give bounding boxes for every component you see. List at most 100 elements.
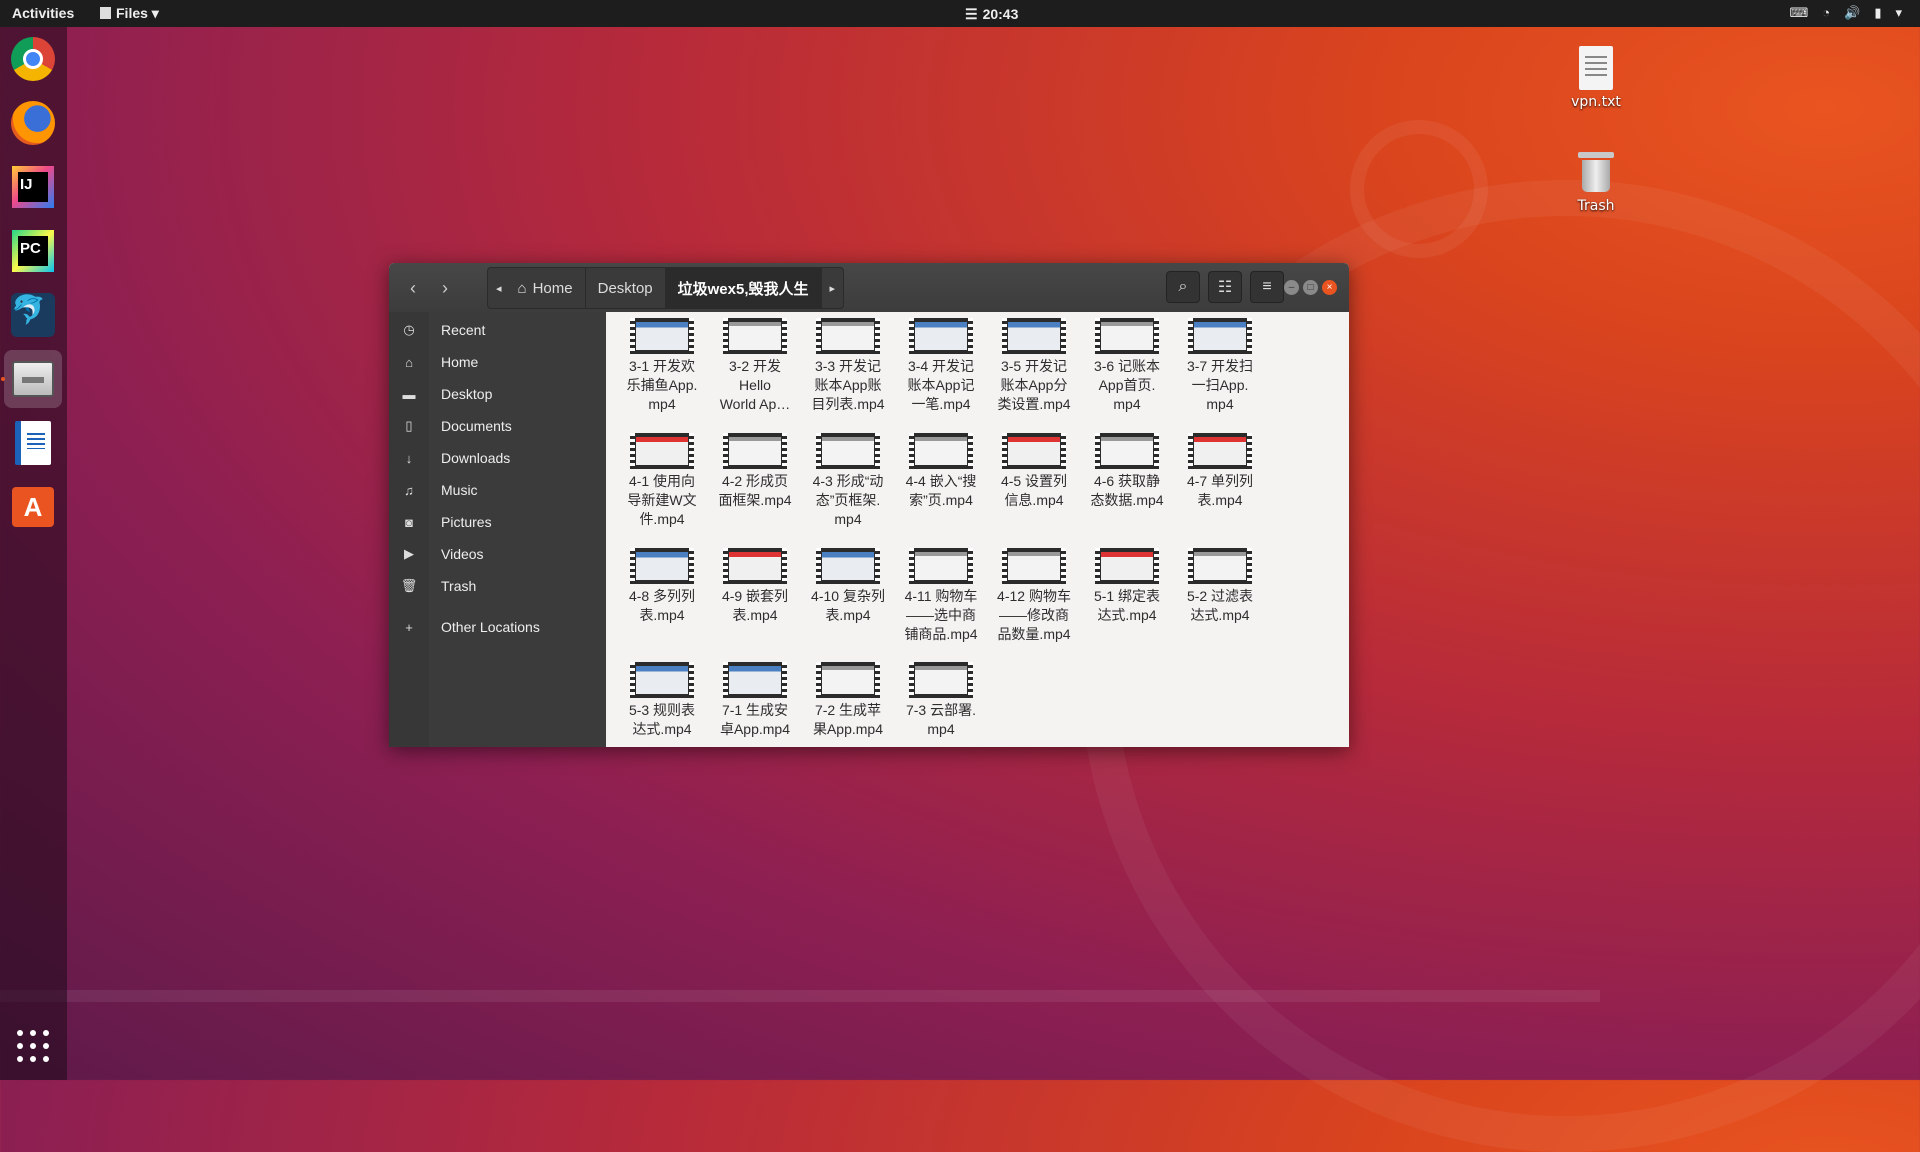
writer-launcher[interactable] [9, 419, 57, 467]
wifi-icon[interactable]: ◔ [1822, 5, 1830, 21]
video-thumbnail [915, 666, 967, 694]
file-item[interactable]: 4-9 嵌套列 表.mp4 [709, 542, 801, 625]
home-icon: ⌂ [517, 279, 527, 297]
sidebar-item-pictures[interactable]: ◙ Pictures [389, 506, 606, 538]
grid-dot-icon [17, 1056, 23, 1062]
file-item[interactable]: 4-8 多列列 表.mp4 [616, 542, 708, 625]
file-item[interactable]: 5-3 规则表 达式.mp4 [616, 656, 708, 739]
sidebar-item-desktop[interactable]: ▬ Desktop [389, 378, 606, 410]
file-item[interactable]: 4-7 单列列 表.mp4 [1174, 427, 1266, 510]
file-item[interactable]: 4-4 嵌入“搜 索”页.mp4 [895, 427, 987, 510]
file-item[interactable]: 4-12 购物车 ——修改商 品数量.mp4 [988, 542, 1080, 644]
sidebar-item-label: Trash [441, 578, 477, 594]
file-name-line: 4-5 设置列 [1000, 473, 1068, 489]
chrome-launcher[interactable] [9, 35, 57, 83]
sidebar-item-trash[interactable]: 🗑 Trash [389, 570, 606, 602]
file-item[interactable]: 4-11 购物车 ——选中商 铺商品.mp4 [895, 542, 987, 644]
intellij-launcher[interactable] [9, 163, 57, 211]
file-item[interactable]: 3-3 开发记 账本App账 目列表.mp4 [802, 312, 894, 414]
file-name-line: 4-6 获取静 [1093, 473, 1161, 489]
file-name-line: 信息.mp4 [1004, 492, 1064, 508]
search-button[interactable]: ⌕ [1166, 271, 1200, 303]
sidebar-item-downloads[interactable]: ↓ Downloads [389, 442, 606, 474]
menu-button[interactable]: ≡ [1250, 271, 1284, 303]
video-thumbnail [1194, 552, 1246, 580]
volume-icon[interactable]: 🔊 [1844, 5, 1860, 21]
keyboard-icon[interactable]: ⌨ [1790, 5, 1809, 21]
breadcrumb-current[interactable]: 垃圾wex5,毁我人生 [665, 268, 822, 308]
file-item[interactable]: 4-10 复杂列 表.mp4 [802, 542, 894, 625]
clock[interactable]: ☰ 20:43 [965, 6, 1018, 23]
battery-icon[interactable]: ▮ [1874, 5, 1881, 21]
shopping-bag-icon: A [12, 487, 54, 527]
system-tray[interactable]: ⌨ ◔ 🔊 ▮ ▾ [1790, 5, 1903, 21]
breadcrumb-home[interactable]: ⌂ Home [510, 268, 586, 308]
video-file-icon [909, 433, 973, 469]
minimize-button[interactable]: – [1284, 280, 1299, 295]
file-item[interactable]: 4-6 获取静 态数据.mp4 [1081, 427, 1173, 510]
file-name-line: 5-1 绑定表 [1093, 588, 1161, 604]
sidebar-item-label: Documents [441, 418, 512, 434]
file-name-line: 乐捕鱼App. [626, 377, 698, 393]
file-item[interactable]: 4-3 形成“动 态”页框架. mp4 [802, 427, 894, 529]
video-file-icon [1002, 433, 1066, 469]
file-item[interactable]: 4-1 使用向 导新建W文 件.mp4 [616, 427, 708, 529]
file-item[interactable]: 7-1 生成安 卓App.mp4 [709, 656, 801, 739]
software-launcher[interactable]: A [9, 483, 57, 531]
file-item[interactable]: 3-2 开发 Hello World Ap… [709, 312, 801, 414]
file-item[interactable]: 4-5 设置列 信息.mp4 [988, 427, 1080, 510]
forward-button[interactable]: › [429, 272, 461, 304]
video-thumbnail [915, 322, 967, 350]
file-item[interactable]: 3-1 开发欢 乐捕鱼App. mp4 [616, 312, 708, 414]
grid-dot-icon [30, 1043, 36, 1049]
breadcrumb-desktop[interactable]: Desktop [586, 268, 666, 308]
close-button[interactable]: × [1322, 280, 1337, 295]
file-item[interactable]: 7-3 云部署. mp4 [895, 656, 987, 739]
file-item[interactable]: 7-2 生成苹 果App.mp4 [802, 656, 894, 739]
video-thumbnail [636, 437, 688, 465]
dolphin-icon: 🐬 [11, 293, 55, 337]
back-button[interactable]: ‹ [397, 272, 429, 304]
video-file-icon [1188, 318, 1252, 354]
chevron-down-icon[interactable]: ▾ [1895, 5, 1902, 21]
files-window: ‹ › ◂ ⌂ Home Desktop 垃圾wex5,毁我人生 ▸ ⌕ ☷ ≡ … [389, 263, 1349, 747]
file-item[interactable]: 5-1 绑定表 达式.mp4 [1081, 542, 1173, 625]
video-thumbnail [1008, 322, 1060, 350]
file-item[interactable]: 3-4 开发记 账本App记 一笔.mp4 [895, 312, 987, 414]
grid-dot-icon [30, 1056, 36, 1062]
view-toggle-button[interactable]: ☷ [1208, 271, 1242, 303]
activities-button[interactable]: Activities [12, 5, 74, 21]
file-item[interactable]: 5-2 过滤表 达式.mp4 [1174, 542, 1266, 625]
firefox-launcher[interactable] [9, 99, 57, 147]
file-name-line: 件.mp4 [639, 511, 685, 527]
maximize-button[interactable]: □ [1303, 280, 1318, 295]
video-file-icon [630, 662, 694, 698]
pycharm-launcher[interactable] [9, 227, 57, 275]
sidebar-item-music[interactable]: ♫ Music [389, 474, 606, 506]
file-grid: 3-1 开发欢 乐捕鱼App. mp4 3-2 开发 Hello World Ap… 3… [608, 312, 1349, 747]
file-item[interactable]: 3-5 开发记 账本App分 类设置.mp4 [988, 312, 1080, 414]
sidebar-item-other-locations[interactable]: + Other Locations [389, 611, 606, 643]
app-menu[interactable]: Files ▾ [100, 5, 159, 22]
breadcrumb-right-arrow[interactable]: ▸ [822, 268, 844, 308]
show-applications-button[interactable] [17, 1030, 51, 1064]
video-thumbnail [822, 552, 874, 580]
video-file-icon [723, 318, 787, 354]
sidebar-item-documents[interactable]: ▯ Documents [389, 410, 606, 442]
file-item[interactable]: 3-7 开发扫 一扫App. mp4 [1174, 312, 1266, 414]
file-item[interactable]: 4-2 形成页 面框架.mp4 [709, 427, 801, 510]
desktop-trash[interactable]: Trash [1556, 150, 1636, 214]
sidebar-item-home[interactable]: ⌂ Home [389, 346, 606, 378]
grid-dot-icon [43, 1030, 49, 1036]
sidebar-item-videos[interactable]: ▶ Videos [389, 538, 606, 570]
breadcrumb-left-arrow[interactable]: ◂ [488, 268, 510, 308]
mysql-workbench-launcher[interactable]: 🐬 [9, 291, 57, 339]
file-name-line: 果App.mp4 [812, 721, 884, 737]
desktop-file-vpn[interactable]: vpn.txt [1556, 46, 1636, 110]
files-launcher[interactable] [4, 350, 62, 408]
file-name-line: 表.mp4 [639, 607, 685, 623]
file-item[interactable]: 3-6 记账本 App首页. mp4 [1081, 312, 1173, 414]
sidebar-item-recent[interactable]: ◷ Recent [389, 314, 606, 346]
file-name-line: 账本App账 [814, 377, 882, 393]
close-icon: × [1326, 282, 1333, 293]
